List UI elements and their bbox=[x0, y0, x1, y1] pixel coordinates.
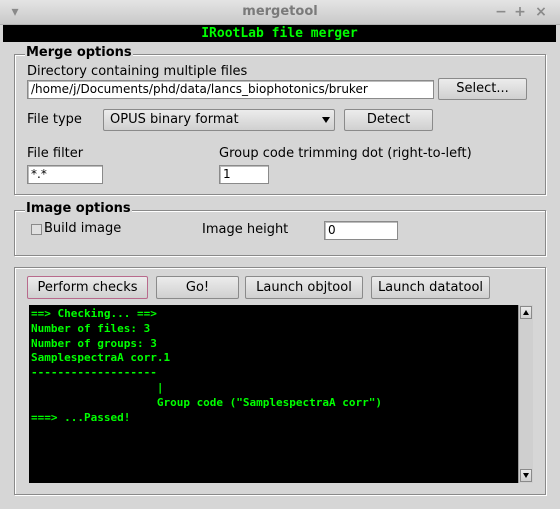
build-image-checkbox[interactable] bbox=[31, 224, 42, 235]
image-options-title: Image options bbox=[25, 201, 132, 216]
file-filter-input[interactable]: *.* bbox=[27, 165, 103, 184]
minimize-icon[interactable]: − bbox=[492, 3, 510, 21]
scroll-up-button[interactable] bbox=[520, 306, 532, 319]
detect-button[interactable]: Detect bbox=[344, 109, 433, 131]
perform-checks-button[interactable]: Perform checks bbox=[27, 276, 148, 299]
console-scrollbar[interactable] bbox=[518, 305, 533, 483]
chevron-down-icon bbox=[322, 117, 330, 123]
trim-dot-label: Group code trimming dot (right-to-left) bbox=[219, 146, 472, 161]
app-banner: IRootLab file merger bbox=[3, 25, 556, 42]
scroll-down-button[interactable] bbox=[520, 469, 532, 482]
directory-label: Directory containing multiple files bbox=[27, 64, 248, 79]
console-output[interactable]: ==> Checking... ==> Number of files: 3 N… bbox=[29, 305, 518, 483]
build-image-label: Build image bbox=[44, 221, 122, 236]
chevron-up-icon bbox=[523, 310, 529, 315]
directory-input[interactable]: /home/j/Documents/phd/data/lancs_biophot… bbox=[27, 80, 434, 99]
file-type-selected-value: OPUS binary format bbox=[110, 112, 239, 127]
select-directory-button[interactable]: Select... bbox=[438, 78, 527, 100]
window-title: mergetool bbox=[242, 4, 318, 19]
maximize-icon[interactable]: + bbox=[511, 3, 529, 21]
launch-objtool-button[interactable]: Launch objtool bbox=[245, 276, 363, 299]
merge-options-title: Merge options bbox=[25, 45, 133, 60]
go-button[interactable]: Go! bbox=[156, 276, 239, 299]
launch-datatool-button[interactable]: Launch datatool bbox=[371, 276, 490, 299]
file-type-label: File type bbox=[27, 112, 82, 127]
file-filter-label: File filter bbox=[27, 146, 84, 161]
image-height-label: Image height bbox=[202, 222, 289, 237]
file-type-select[interactable]: OPUS binary format bbox=[103, 109, 335, 131]
console-text: ==> Checking... ==> Number of files: 3 N… bbox=[31, 307, 382, 424]
title-bar: ▾ mergetool − + × bbox=[0, 0, 560, 25]
image-height-input[interactable]: 0 bbox=[324, 221, 398, 240]
close-icon[interactable]: × bbox=[532, 3, 550, 21]
chevron-down-icon bbox=[523, 473, 529, 478]
trim-dot-input[interactable]: 1 bbox=[219, 165, 269, 184]
